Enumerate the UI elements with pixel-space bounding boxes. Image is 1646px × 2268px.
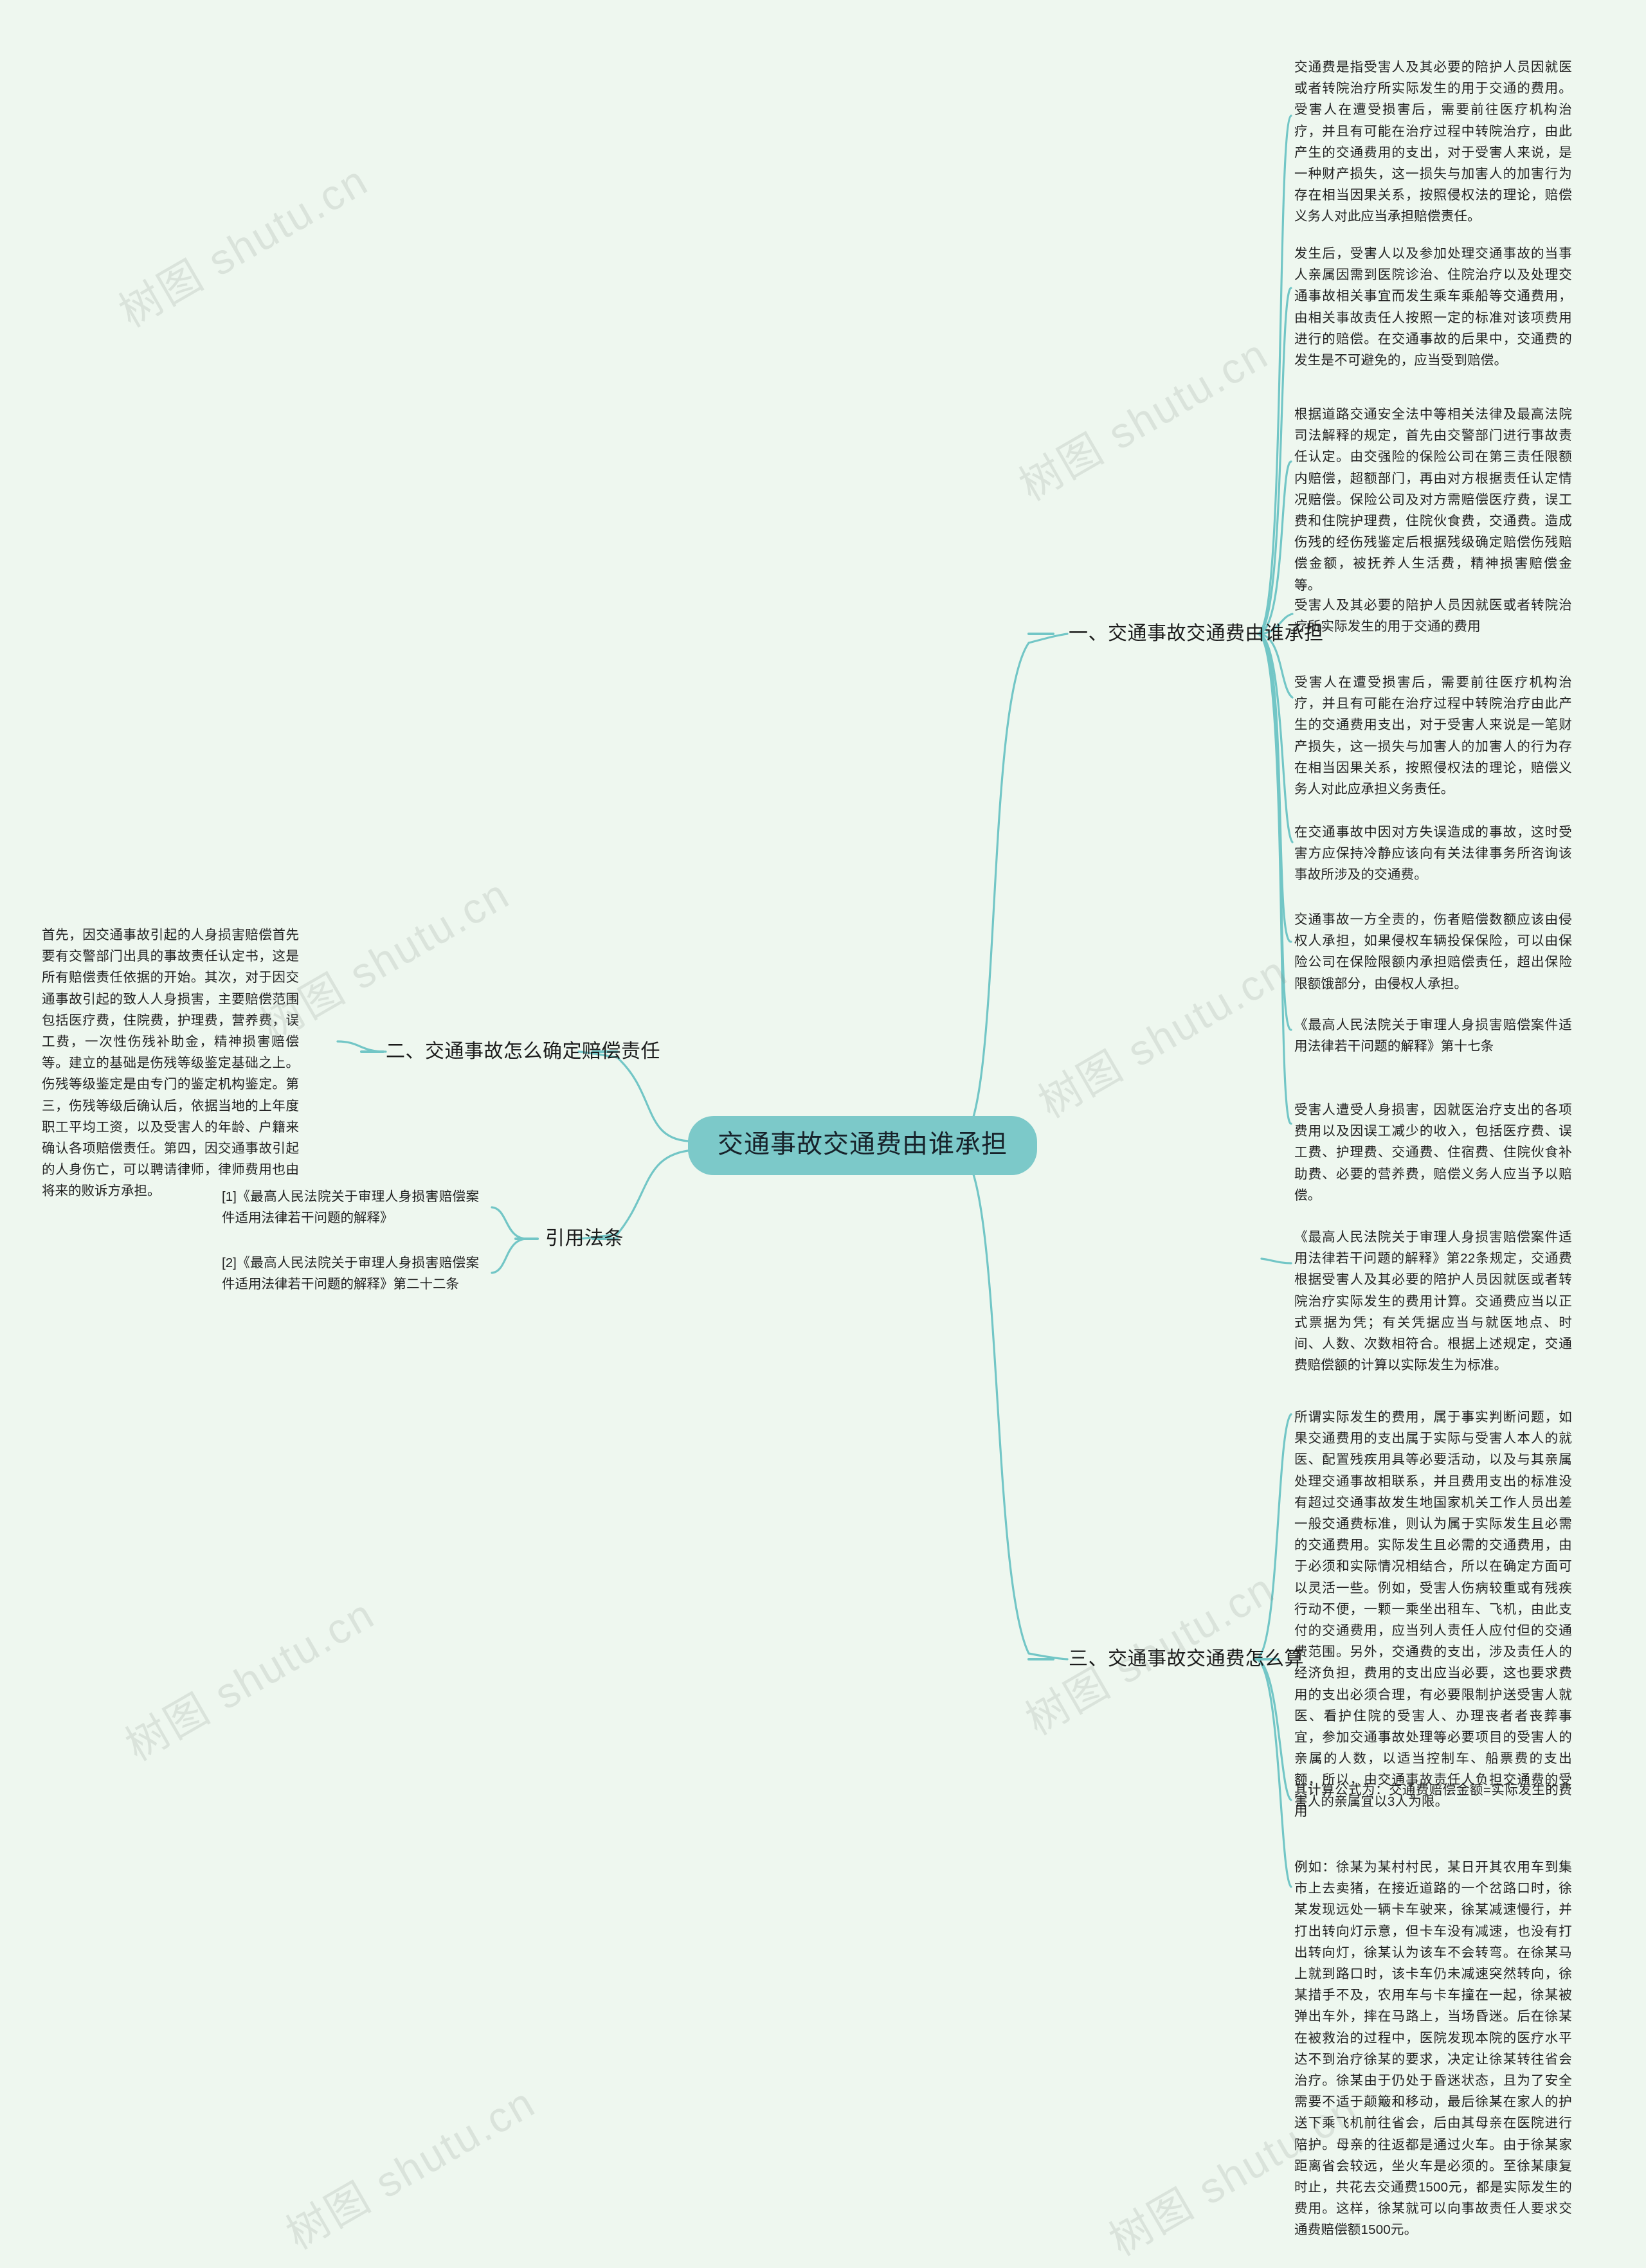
leaf-node-b3-2[interactable]: 其计算公式为：交通费赔偿金额=实际发生的费用 bbox=[1294, 1779, 1572, 1822]
leaf-node-b2-3[interactable]: 《最高人民法院关于审理人身损害赔偿案件适用法律若干问题的解释》第十七条 bbox=[1294, 1014, 1572, 1057]
leaf-node-b3-1[interactable]: 所谓实际发生的费用，属于事实判断问题，如果交通费用的支出属于实际与受害人本人的就… bbox=[1294, 1407, 1572, 1812]
leaf-node-b4-2[interactable]: [2]《最高人民法院关于审理人身损害赔偿案件适用法律若干问题的解释》第二十二条 bbox=[222, 1252, 479, 1295]
mindmap-nodes: 交通事故交通费由谁承担 一、交通事故交通费由谁承担 二、交通事故怎么确定赔偿责任… bbox=[0, 0, 1646, 2237]
leaf-node-b2-2[interactable]: 交通事故一方全责的，伤者赔偿数额应该由侵权人承担，如果侵权车辆投保保险，可以由保… bbox=[1294, 909, 1572, 995]
leaf-node-b1-2[interactable]: 受害人在遭受损害后，需要前往医疗机构治疗，并且有可能在治疗过程中转院治疗由此产生… bbox=[1294, 672, 1572, 800]
leaf-node-top-3[interactable]: 根据道路交通安全法中等相关法律及最高法院司法解释的规定，首先由交警部门进行事故责… bbox=[1294, 404, 1572, 596]
leaf-node-b2-1[interactable]: 首先，因交通事故引起的人身损害赔偿首先要有交警部门出具的事故责任认定书，这是所有… bbox=[42, 924, 299, 1202]
leaf-node-b3-3[interactable]: 例如：徐某为某村村民，某日开其农用车到集市上去卖猪，在接近道路的一个岔路口时，徐… bbox=[1294, 1857, 1572, 2241]
leaf-node-b4-1[interactable]: [1]《最高人民法院关于审理人身损害赔偿案件适用法律若干问题的解释》 bbox=[222, 1186, 479, 1228]
branch-label-1[interactable]: 一、交通事故交通费由谁承担 bbox=[1069, 622, 1324, 645]
leaf-node-b4-3[interactable]: 《最高人民法院关于审理人身损害赔偿案件适用法律若干问题的解释》第22条规定，交通… bbox=[1294, 1227, 1572, 1376]
leaf-node-b2-4[interactable]: 受害人遭受人身损害，因就医治疗支出的各项费用以及因误工减少的收入，包括医疗费、误… bbox=[1294, 1099, 1572, 1206]
branch-label-3[interactable]: 三、交通事故交通费怎么算 bbox=[1069, 1648, 1304, 1671]
branch-label-2[interactable]: 二、交通事故怎么确定赔偿责任 bbox=[386, 1040, 660, 1063]
leaf-node-b1-1[interactable]: 受害人及其必要的陪护人员因就医或者转院治疗所实际发生的用于交通的费用 bbox=[1294, 595, 1572, 637]
branch-label-4[interactable]: 引用法条 bbox=[545, 1227, 624, 1250]
leaf-node-top-2[interactable]: 发生后，受害人以及参加处理交通事故的当事人亲属因需到医院诊治、住院治疗以及处理交… bbox=[1294, 243, 1572, 371]
root-node[interactable]: 交通事故交通费由谁承担 bbox=[688, 1116, 1037, 1175]
leaf-node-top-1[interactable]: 交通费是指受害人及其必要的陪护人员因就医或者转院治疗所实际发生的用于交通的费用。… bbox=[1294, 57, 1572, 228]
leaf-node-b1-3[interactable]: 在交通事故中因对方失误造成的事故，这时受害方应保持冷静应该向有关法律事务所咨询该… bbox=[1294, 822, 1572, 886]
